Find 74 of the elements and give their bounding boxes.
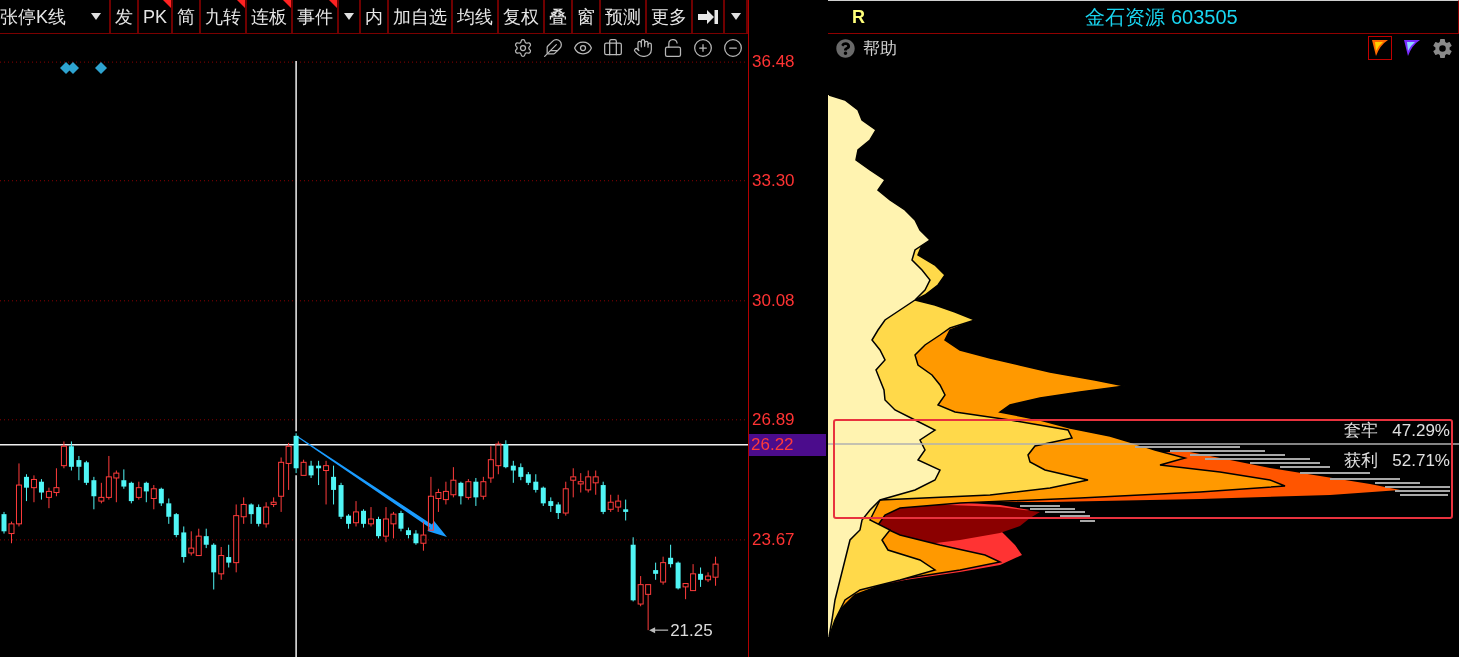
candlestick [173, 512, 179, 538]
candlestick [376, 516, 381, 539]
stat-label: 获利 [1344, 450, 1379, 472]
candlestick [128, 481, 134, 504]
candlestick [38, 478, 44, 501]
candlestick [420, 521, 427, 552]
candlestick [226, 544, 232, 568]
price-tick-label: 36.48 [752, 52, 795, 73]
candlestick [91, 476, 97, 510]
period-select[interactable]: 张停K线 [0, 0, 111, 33]
settings-icon[interactable] [513, 37, 533, 58]
zoom-in-icon[interactable] [693, 37, 713, 58]
candlestick [68, 440, 74, 472]
candlestick [83, 460, 89, 486]
candlestick [121, 468, 127, 490]
stat-value: 47.29% [1392, 420, 1450, 442]
candlestick [76, 455, 82, 481]
help-link[interactable]: 帮助 [863, 36, 897, 60]
caret-icon [344, 13, 354, 20]
candlestick [323, 460, 330, 505]
briefcase-icon[interactable] [603, 37, 623, 58]
candlestick [510, 460, 516, 484]
hand-icon[interactable] [633, 37, 653, 58]
feather-icon[interactable] [543, 37, 563, 58]
candlestick [248, 502, 254, 525]
candlestick [540, 486, 546, 507]
candlestick [353, 500, 360, 527]
candlestick [361, 508, 367, 529]
status-letter: R [852, 6, 865, 28]
candlestick [1, 511, 7, 535]
candlestick [256, 503, 262, 527]
price-tick-label: 33.30 [752, 170, 795, 191]
diamond-marker-icon [67, 62, 79, 74]
candlestick [331, 465, 337, 505]
low-price-label: 21.25 [670, 621, 713, 641]
stat-value: 52.71% [1392, 450, 1450, 472]
stat-label: 套牢 [1344, 420, 1379, 442]
wedge-icon [1403, 39, 1421, 57]
candlestick [203, 528, 209, 549]
candlestick [233, 503, 240, 573]
help-icon[interactable] [836, 38, 855, 58]
open-lock-icon[interactable] [663, 37, 683, 58]
candlestick [533, 473, 539, 494]
stock-title: 金石资源 603505 [1084, 4, 1239, 30]
candlestick [398, 510, 404, 532]
arrow-to-bar-icon [698, 8, 718, 25]
candlestick [158, 487, 164, 507]
candlestick [195, 528, 202, 557]
price-tick-label: 26.89 [752, 409, 795, 430]
candlestick [60, 440, 67, 469]
candlestick [503, 439, 509, 469]
caret-icon [730, 13, 741, 20]
candlestick [143, 481, 149, 503]
candlestick [623, 499, 629, 521]
leader-arrow [649, 627, 669, 634]
price-tick-label: 23.67 [752, 529, 795, 550]
candlestick [698, 566, 704, 588]
mode-button[interactable] [1368, 36, 1392, 60]
candlestick [240, 496, 247, 525]
candlestick [23, 473, 29, 502]
candlestick [308, 460, 314, 479]
candlestick [30, 474, 37, 503]
candlestick [166, 497, 172, 525]
caret-icon [91, 13, 101, 20]
settings-icon[interactable] [1432, 37, 1453, 59]
current-price-label: 26.22 [749, 433, 826, 456]
candlestick [668, 544, 674, 568]
zoom-out-icon[interactable] [723, 37, 743, 58]
candlestick [473, 477, 479, 507]
candlestick [458, 481, 464, 505]
candlestick [660, 556, 667, 586]
price-tick-label: 30.08 [752, 290, 795, 311]
diamond-marker-icon [95, 62, 107, 74]
wedge-icon [1371, 39, 1389, 57]
